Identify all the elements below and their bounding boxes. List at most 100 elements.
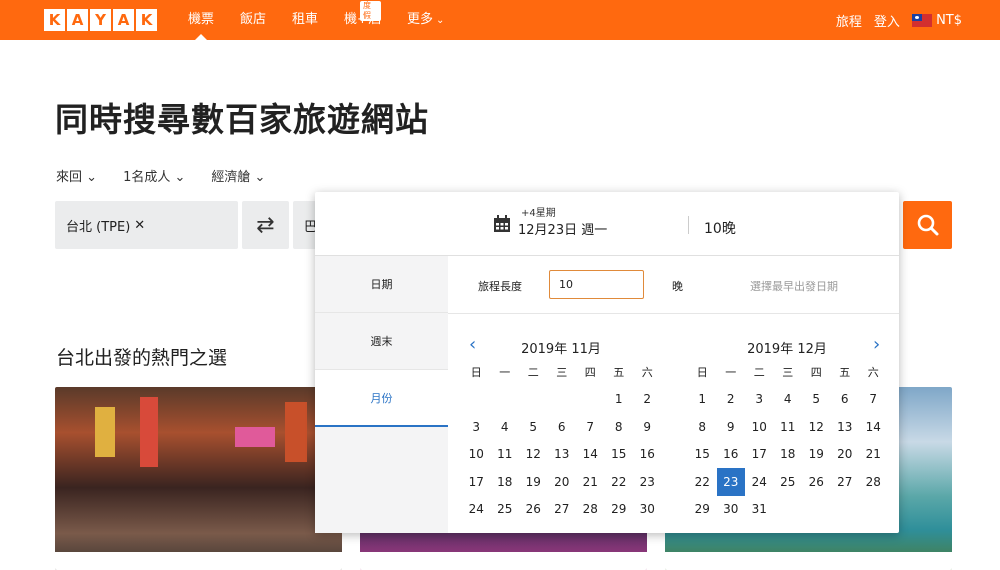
trips-link[interactable]: 旅程 (836, 11, 862, 30)
calendar-day[interactable]: 30 (633, 496, 662, 524)
nights-value[interactable]: 10晚 (704, 218, 736, 238)
nav-packages[interactable]: 度假 機+酒 (344, 0, 381, 40)
tab-months[interactable]: 月份 (315, 370, 448, 427)
nav-flights[interactable]: 機票 (188, 0, 214, 40)
clear-origin-icon[interactable]: ✕ (134, 218, 145, 233)
calendar-day[interactable]: 28 (859, 468, 888, 496)
calendar-day[interactable]: 17 (462, 468, 491, 496)
calendar-day[interactable]: 26 (519, 496, 548, 524)
calendar-day[interactable]: 10 (462, 441, 491, 469)
search-options: 來回 ⌄ 1名成人 ⌄ 經濟艙 ⌄ (56, 166, 265, 185)
calendar-day[interactable]: 25 (491, 496, 520, 524)
calendar-day[interactable]: 15 (605, 441, 634, 469)
calendar-day[interactable]: 9 (633, 413, 662, 441)
calendar-day[interactable]: 17 (745, 441, 774, 469)
calendar-day[interactable]: 13 (831, 413, 860, 441)
calendar-grid-nov: 日一二三四五六 1 2 3 4 5 6 7 8 9 10 11 12 13 14 15 16 17 18 19 20 21… (462, 358, 662, 523)
cabin-dropdown[interactable]: 經濟艙 ⌄ (211, 166, 265, 185)
tab-dates-label: 日期 (370, 278, 393, 291)
login-link[interactable]: 登入 (874, 11, 900, 30)
logo-letter: A (113, 9, 134, 31)
swap-button[interactable]: ⇄ (242, 201, 289, 249)
calendar-day[interactable]: 5 (519, 413, 548, 441)
calendar-day[interactable]: 2 (717, 386, 746, 414)
calendar-day[interactable]: 1 (688, 386, 717, 414)
header-right: 旅程 登入 NT$ (836, 0, 962, 40)
logo-letter: K (44, 9, 65, 31)
calendar-day[interactable]: 29 (605, 496, 634, 524)
nav-cars[interactable]: 租車 (292, 0, 318, 40)
calendar-day[interactable]: 12 (519, 441, 548, 469)
destination-card-bangkok[interactable] (55, 387, 342, 570)
tab-dates[interactable]: 日期 (315, 256, 448, 313)
weekday-header: 日 (470, 365, 482, 379)
calendar-day[interactable]: 12 (802, 413, 831, 441)
chevron-down-icon: ⌄ (254, 170, 266, 185)
search-button[interactable] (903, 201, 952, 249)
calendar-day[interactable]: 19 (802, 441, 831, 469)
calendar-day[interactable]: 20 (548, 468, 577, 496)
calendar-day[interactable]: 25 (774, 468, 803, 496)
top-header: KAYAK 機票 飯店 租車 度假 機+酒 更多⌄ 旅程 登入 NT$ (0, 0, 1000, 40)
calendar-day[interactable]: 26 (802, 468, 831, 496)
calendar-day[interactable]: 18 (491, 468, 520, 496)
weekday-header: 三 (556, 365, 568, 379)
calendar-day[interactable]: 18 (774, 441, 803, 469)
main-nav: 機票 飯店 租車 度假 機+酒 更多⌄ (188, 0, 470, 40)
calendar-day[interactable]: 4 (491, 413, 520, 441)
calendar-day[interactable]: 30 (717, 496, 746, 524)
calendar-day[interactable]: 8 (688, 413, 717, 441)
calendar-day[interactable]: 21 (576, 468, 605, 496)
trip-type-dropdown[interactable]: 來回 ⌄ (56, 166, 97, 185)
calendar-day[interactable]: 3 (745, 386, 774, 414)
calendar-day[interactable]: 24 (745, 468, 774, 496)
calendar-day[interactable]: 4 (774, 386, 803, 414)
calendar-day[interactable]: 28 (576, 496, 605, 524)
calendar-day[interactable]: 14 (859, 413, 888, 441)
kayak-logo[interactable]: KAYAK (44, 9, 157, 31)
calendar-day[interactable]: 16 (633, 441, 662, 469)
calendar-day[interactable]: 23 (633, 468, 662, 496)
calendar-day[interactable]: 16 (717, 441, 746, 469)
calendar-empty-cell (491, 386, 520, 414)
calendar-day[interactable]: 6 (831, 386, 860, 414)
origin-field[interactable]: 台北 (TPE) ✕ (55, 201, 238, 249)
calendar-day[interactable]: 2 (633, 386, 662, 414)
passengers-dropdown[interactable]: 1名成人 ⌄ (123, 166, 185, 185)
calendar-day[interactable]: 24 (462, 496, 491, 524)
tab-weekends[interactable]: 週末 (315, 313, 448, 370)
calendar-day[interactable]: 3 (462, 413, 491, 441)
selected-date[interactable]: 12月23日 週一 (518, 219, 607, 238)
calendar-day[interactable]: 20 (831, 441, 860, 469)
calendar-day[interactable]: 6 (548, 413, 577, 441)
date-summary: +4星期 12月23日 週一 10晚 (315, 192, 899, 256)
calendar-day[interactable]: 22 (688, 468, 717, 496)
calendar-day[interactable]: 9 (717, 413, 746, 441)
nav-more[interactable]: 更多 ⌄ (407, 0, 444, 40)
nav-hotels[interactable]: 飯店 (240, 0, 266, 40)
earliest-departure-hint: 選擇最早出發日期 (750, 280, 838, 293)
calendar-day[interactable]: 21 (859, 441, 888, 469)
calendar-day[interactable]: 31 (745, 496, 774, 524)
calendar-day[interactable]: 11 (491, 441, 520, 469)
logo-letter: Y (90, 9, 111, 31)
trip-length-input[interactable] (549, 270, 644, 299)
calendar-day[interactable]: 15 (688, 441, 717, 469)
calendar-day[interactable]: 27 (548, 496, 577, 524)
currency-selector[interactable]: NT$ (911, 13, 962, 28)
calendar-day[interactable]: 14 (576, 441, 605, 469)
card-image-detail (285, 402, 307, 462)
calendar-day[interactable]: 1 (605, 386, 634, 414)
calendar-day[interactable]: 22 (605, 468, 634, 496)
calendar-day[interactable]: 19 (519, 468, 548, 496)
calendar-day-selected[interactable]: 23 (716, 468, 745, 496)
calendar-day[interactable]: 13 (548, 441, 577, 469)
calendar-day[interactable]: 29 (688, 496, 717, 524)
calendar-day[interactable]: 7 (576, 413, 605, 441)
calendar-day[interactable]: 5 (802, 386, 831, 414)
calendar-day[interactable]: 11 (774, 413, 803, 441)
calendar-day[interactable]: 27 (831, 468, 860, 496)
calendar-day[interactable]: 8 (605, 413, 634, 441)
calendar-day[interactable]: 10 (745, 413, 774, 441)
calendar-day[interactable]: 7 (859, 386, 888, 414)
